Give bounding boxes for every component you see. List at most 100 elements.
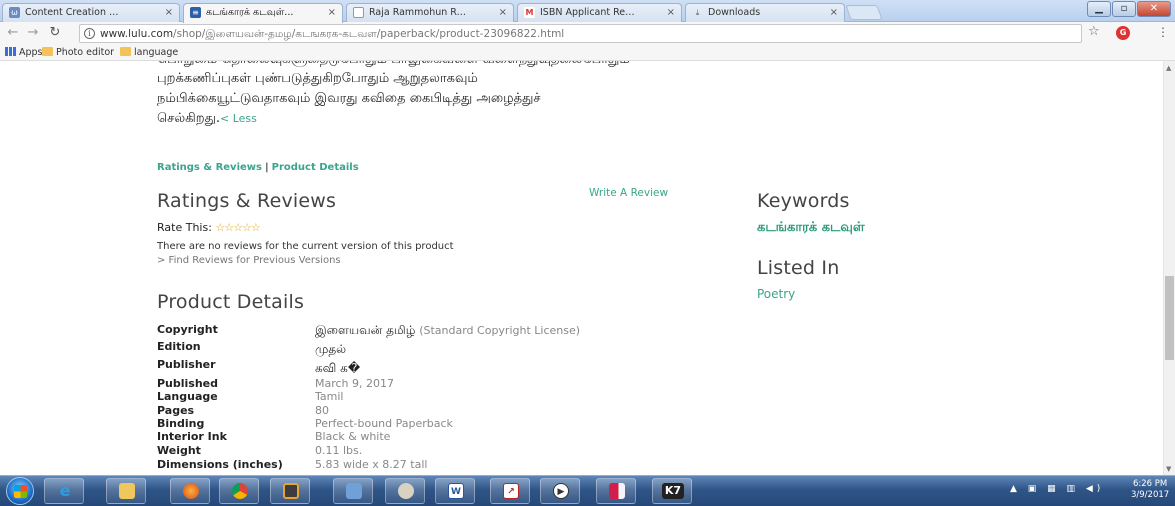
detail-value: March 9, 2017 xyxy=(315,377,395,390)
tab-downloads[interactable]: ⤓ Downloads × xyxy=(685,3,845,22)
detail-value: 80 xyxy=(315,404,329,417)
tab-close-icon[interactable]: × xyxy=(165,4,173,21)
taskbar-media-player[interactable] xyxy=(270,478,310,504)
bookmark-star-icon[interactable]: ☆ xyxy=(1088,24,1100,39)
copyright-license: (Standard Copyright License) xyxy=(419,324,581,337)
page-scrollbar[interactable]: ▲ ▼ xyxy=(1163,61,1175,475)
taskbar-excel[interactable]: ↗ xyxy=(490,478,530,504)
scroll-up-arrow-icon[interactable]: ▲ xyxy=(1166,64,1171,72)
link-separator: | xyxy=(264,162,269,173)
detail-value: Tamil xyxy=(315,390,344,403)
system-tray[interactable]: ▲ ▣ ▦ ▥ ◀) xyxy=(1010,484,1104,494)
powerpoint-icon xyxy=(609,483,625,499)
taskbar-paint[interactable] xyxy=(385,478,425,504)
scrollbar-thumb[interactable] xyxy=(1165,276,1174,360)
detail-label: Published xyxy=(157,377,219,390)
reload-icon[interactable]: ↻ xyxy=(47,26,63,40)
tab-title: ISBN Applicant Registrat xyxy=(540,7,640,18)
tab-close-icon[interactable]: × xyxy=(830,4,838,21)
tab-title: Downloads xyxy=(708,7,761,18)
detail-label: Interior Ink xyxy=(157,430,227,443)
gmail-icon: M xyxy=(524,7,535,18)
bookmark-apps[interactable]: Apps xyxy=(5,47,43,58)
category-poetry-link[interactable]: Poetry xyxy=(757,287,795,301)
detail-label: Binding xyxy=(157,417,205,430)
write-review-link[interactable]: Write A Review xyxy=(589,187,668,199)
detail-value: Black & white xyxy=(315,430,391,443)
new-tab-button[interactable] xyxy=(845,5,883,20)
tab-raja-rammohun-roy[interactable]: Raja Rammohun Roy Na × xyxy=(346,3,514,22)
control-panel-icon xyxy=(346,483,362,499)
maximize-button[interactable]: ▫ xyxy=(1112,1,1136,17)
tab-close-icon[interactable]: × xyxy=(328,4,336,21)
info-icon[interactable]: i xyxy=(84,28,95,39)
detail-value: 0.11 lbs. xyxy=(315,444,363,457)
scroll-down-arrow-icon[interactable]: ▼ xyxy=(1166,465,1171,473)
apps-grid-icon xyxy=(5,47,16,56)
detail-label: Language xyxy=(157,390,218,403)
taskbar-control-panel[interactable] xyxy=(333,478,373,504)
ratings-heading: Ratings & Reviews xyxy=(157,190,337,212)
media-player-icon xyxy=(283,483,299,499)
publisher-link[interactable]: கவி க� xyxy=(315,361,360,377)
document-icon xyxy=(353,7,364,18)
keyword-link[interactable]: கடங்காரக் கடவுள் xyxy=(757,220,865,236)
folder-icon xyxy=(42,47,53,56)
forward-arrow-icon[interactable]: → xyxy=(25,26,41,40)
internet-explorer-icon: e xyxy=(59,481,71,500)
browser-tab-strip: ω Content Creation Wizard × ≡ கடங்காரக் … xyxy=(0,0,1175,23)
presentation-icon: ▶ xyxy=(553,483,569,499)
rating-stars-icon[interactable]: ☆☆☆☆☆ xyxy=(215,221,260,234)
detail-label: Pages xyxy=(157,404,195,417)
back-arrow-icon[interactable]: ← xyxy=(5,26,21,40)
taskbar-firefox[interactable] xyxy=(170,478,210,504)
tab-kadangarak-kadavul[interactable]: ≡ கடங்காரக் கடவுள்... × xyxy=(183,3,343,23)
minimize-button[interactable]: ▁ xyxy=(1087,1,1111,17)
k7-antivirus-icon: K7 xyxy=(662,483,684,499)
paint-palette-icon xyxy=(398,483,414,499)
taskbar-chrome[interactable] xyxy=(219,478,259,504)
tab-close-icon[interactable]: × xyxy=(499,4,507,21)
taskbar-clock[interactable]: 6:26 PM 3/9/2017 xyxy=(1131,479,1169,501)
detail-value: 5.83 wide x 8.27 tall xyxy=(315,458,428,471)
window-close-button[interactable]: ✕ xyxy=(1137,1,1171,17)
bookmark-language[interactable]: language xyxy=(120,47,178,58)
detail-label: Dimensions (inches) xyxy=(157,458,283,471)
tab-isbn-applicant[interactable]: M ISBN Applicant Registrat × xyxy=(517,3,682,22)
start-button[interactable] xyxy=(6,477,34,505)
chart-app-icon: ↗ xyxy=(503,483,519,499)
menu-dots-icon[interactable]: ⋮ xyxy=(1157,25,1169,39)
extension-icon[interactable]: G xyxy=(1116,26,1130,40)
listed-in-heading: Listed In xyxy=(757,257,840,279)
firefox-icon xyxy=(183,483,199,499)
tab-title: கடங்காரக் கடவுள்... xyxy=(206,7,294,18)
taskbar-powerpoint[interactable] xyxy=(596,478,636,504)
clock-time: 6:26 PM xyxy=(1132,479,1168,489)
taskbar-file-explorer[interactable] xyxy=(106,478,146,504)
windows-logo-icon xyxy=(14,485,27,498)
page-viewport: பொறுமை தொலைவுகளுதைடுபோதும் பாலுகைவளை வளை… xyxy=(0,61,1163,475)
product-details-link[interactable]: Product Details xyxy=(272,162,359,173)
rate-this-row: Rate This: ☆☆☆☆☆ xyxy=(157,221,261,234)
tab-close-icon[interactable]: × xyxy=(667,4,675,21)
detail-label: Edition xyxy=(157,340,201,353)
bookmark-photo-editor[interactable]: Photo editor xyxy=(42,47,114,58)
tab-title: Content Creation Wizard xyxy=(25,7,125,18)
clock-date: 3/9/2017 xyxy=(1131,490,1170,500)
detail-value: முதல் xyxy=(315,342,347,356)
description-line: புறக்கணிப்புகள் புண்படுத்துகிறபோதும் ஆறு… xyxy=(157,71,478,86)
taskbar-word[interactable]: W xyxy=(435,478,475,504)
detail-label: Publisher xyxy=(157,358,216,371)
ratings-reviews-link[interactable]: Ratings & Reviews xyxy=(157,162,262,173)
taskbar-k7[interactable]: K7 xyxy=(652,478,692,504)
taskbar-internet-explorer[interactable]: e xyxy=(44,478,84,504)
bookmarks-bar: Apps Photo editor language xyxy=(0,45,1175,61)
description-line: நம்பிக்கையூட்டுவதாகவும் இவரது கவிதை கைபி… xyxy=(157,91,541,106)
tab-content-creation-wizard[interactable]: ω Content Creation Wizard × xyxy=(2,3,180,22)
taskbar-presentation[interactable]: ▶ xyxy=(540,478,580,504)
less-link[interactable]: < Less xyxy=(220,112,257,125)
section-links: Ratings & Reviews | Product Details xyxy=(157,162,359,173)
find-previous-reviews-link[interactable]: > Find Reviews for Previous Versions xyxy=(157,255,341,266)
address-bar[interactable]: i www.lulu.com/shop/இளையவன்-தமழ/கடஙகரக-க… xyxy=(79,24,1082,43)
detail-value: இளையவன் தமிழ் (Standard Copyright Licens… xyxy=(315,323,581,337)
